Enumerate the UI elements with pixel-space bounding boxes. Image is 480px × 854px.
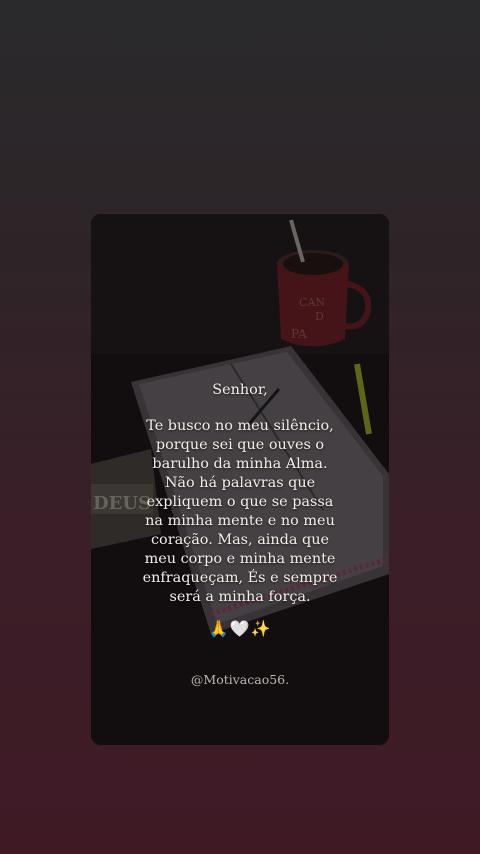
prayer-line: na minha mente e no meu [145, 513, 335, 529]
prayer-line: Não há palavras que [164, 475, 316, 491]
prayer-line: será a minha força. [169, 589, 311, 605]
prayer-line: coração. Mas, ainda que [150, 532, 330, 548]
prayer-line: Te busco no meu silêncio, [146, 418, 334, 434]
emoji-row: 🙏🤍✨ [208, 619, 272, 638]
author-handle[interactable]: @Motivacao56. [91, 672, 389, 687]
prayer-line: meu corpo e minha mente [144, 551, 336, 567]
prayer-line: barulho da minha Alma. [152, 456, 328, 472]
greeting-text: Senhor, [212, 382, 268, 398]
prayer-line: expliquem o que se passa [146, 494, 334, 510]
prayer-line: enfraqueçam, És e sempre [142, 570, 338, 586]
prayer-text: Te busco no meu silêncio, porque sei que… [91, 417, 389, 607]
prayer-line: porque sei que ouves o [155, 437, 325, 453]
story-card: CAN D PA DEUS Senhor, Te busco no meu si… [91, 214, 389, 745]
